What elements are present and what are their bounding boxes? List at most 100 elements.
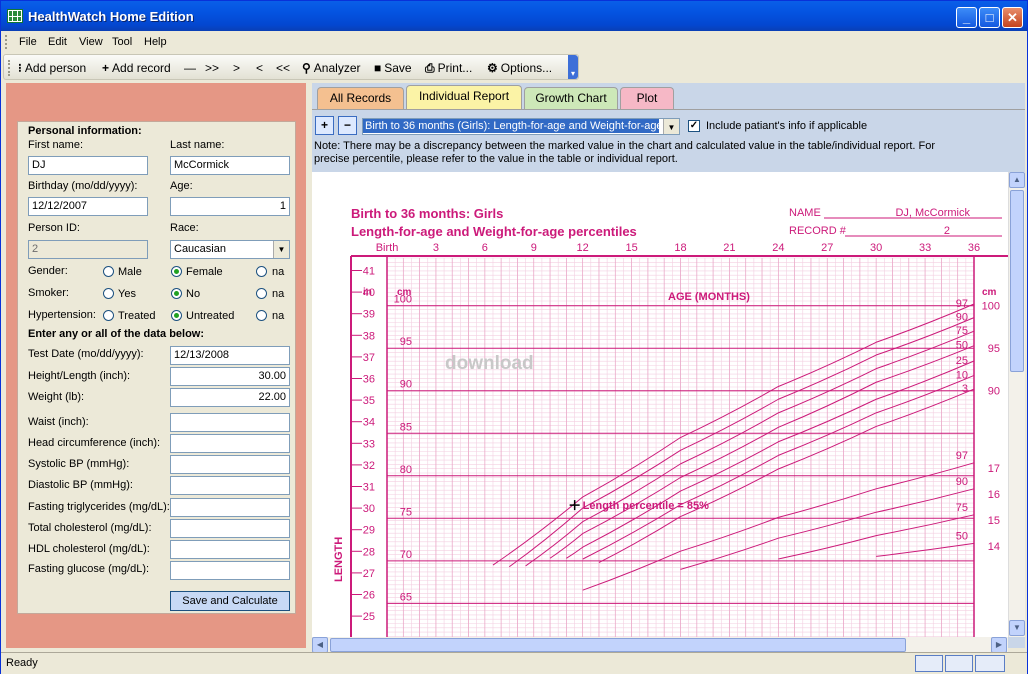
unit-in-label: in — [363, 287, 372, 298]
diastolic-bp-field[interactable] — [170, 476, 290, 495]
weight-label: Weight (lb): — [28, 391, 85, 403]
save-and-calculate-button[interactable]: Save and Calculate — [170, 591, 290, 611]
inch-tick-label: 28 — [363, 546, 375, 558]
head-circumference-field[interactable] — [170, 434, 290, 453]
gender-male-radio[interactable] — [103, 266, 114, 277]
zoom-in-icon[interactable]: + — [315, 116, 334, 135]
cm-tick-label-right: 100 — [982, 301, 1000, 313]
toolbar: ⁝ Add person + Add record — >> > < << ⚲ Ana… — [3, 54, 579, 80]
total-cholesterol-label: Total cholesterol (mg/dL): — [28, 522, 152, 534]
hdl-cholesterol-label: HDL cholesterol (mg/dL): — [28, 543, 150, 555]
vertical-scroll-thumb[interactable] — [1010, 190, 1024, 372]
add-record-button[interactable]: + Add record — [102, 61, 171, 75]
menu-view[interactable]: View — [79, 36, 103, 48]
test-date-field[interactable]: 12/13/2008 — [170, 346, 290, 365]
hdl-cholesterol-field[interactable] — [170, 540, 290, 559]
first-record-button[interactable]: << — [276, 61, 290, 75]
report-panel: All Records Individual Report Growth Cha… — [312, 83, 1025, 654]
chevron-down-icon[interactable]: ▼ — [273, 241, 289, 258]
gender-na-radio[interactable] — [256, 266, 267, 277]
app-window: HealthWatch Home Edition _ □ ✕ File Edit… — [0, 0, 1028, 674]
maximize-button[interactable]: □ — [979, 7, 1000, 28]
horizontal-scroll-thumb[interactable] — [330, 638, 906, 652]
smoker-no-radio[interactable] — [171, 288, 182, 299]
gender-female-radio[interactable] — [171, 266, 182, 277]
close-button[interactable]: ✕ — [1002, 7, 1023, 28]
hypertension-na-radio[interactable] — [256, 310, 267, 321]
minimize-button[interactable]: _ — [956, 7, 977, 28]
previous-record-button[interactable]: < — [256, 61, 263, 75]
x-tick-label: 3 — [433, 242, 439, 254]
tab-all-records[interactable]: All Records — [317, 87, 404, 109]
print-button[interactable]: ⎙ Print... — [425, 61, 472, 76]
scroll-up-icon[interactable]: ▲ — [1009, 172, 1025, 188]
menu-help[interactable]: Help — [144, 36, 167, 48]
scroll-right-icon[interactable]: ▶ — [991, 637, 1007, 653]
inch-tick-label: 34 — [363, 417, 375, 429]
vertical-scrollbar[interactable]: ▲ ▼ — [1008, 172, 1025, 637]
tab-individual-report[interactable]: Individual Report — [406, 85, 522, 110]
save-toolbar-button[interactable]: ■ Save — [374, 61, 412, 75]
hypertension-label: Hypertension: — [28, 309, 96, 321]
scroll-left-icon[interactable]: ◀ — [312, 637, 328, 653]
report-type-select[interactable]: Birth to 36 months (Girls): Length-for-a… — [362, 118, 680, 135]
hypertension-untreated-radio[interactable] — [171, 310, 182, 321]
x-tick-label: 15 — [625, 242, 637, 254]
menu-file[interactable]: File — [19, 36, 37, 48]
systolic-bp-field[interactable] — [170, 455, 290, 474]
x-tick-label: 24 — [772, 242, 784, 254]
add-person-button[interactable]: ⁝ Add person — [18, 61, 86, 75]
hypertension-treated-radio[interactable] — [103, 310, 114, 321]
tab-growth-chart[interactable]: Growth Chart — [524, 87, 618, 109]
race-select[interactable]: Caucasian ▼ — [170, 240, 290, 259]
cm-tick-label-right: 90 — [988, 386, 1000, 398]
unit-cm-right-label: cm — [982, 287, 997, 298]
last-record-button[interactable]: >> — [205, 61, 219, 75]
birthday-field[interactable]: 12/12/2007 — [28, 197, 148, 216]
options-button[interactable]: ⚙ Options... — [487, 61, 552, 75]
kg-tick-label: 15 — [988, 515, 1000, 527]
scroll-down-icon[interactable]: ▼ — [1009, 620, 1025, 636]
delete-record-button[interactable]: — — [184, 61, 196, 75]
menu-edit[interactable]: Edit — [48, 36, 67, 48]
fasting-glucose-field[interactable] — [170, 561, 290, 580]
plus-icon: + — [102, 61, 110, 75]
next-record-button[interactable]: > — [233, 61, 240, 75]
tab-plot[interactable]: Plot — [620, 87, 674, 109]
inch-tick-label: 26 — [363, 590, 375, 602]
last-name-field[interactable]: McCormick — [170, 156, 290, 175]
weight-percentile-label: 90 — [956, 476, 968, 488]
growth-chart-svg: Birth 3 6 9 12 15 18 21 24 27 30 33 3641403938373635… — [333, 206, 1008, 637]
triglycerides-field[interactable] — [170, 498, 290, 517]
inch-tick-label: 38 — [363, 330, 375, 342]
inch-tick-label: 32 — [363, 460, 375, 472]
gender-label: Gender: — [28, 265, 68, 277]
zoom-out-icon[interactable]: − — [338, 116, 357, 135]
smoker-yes-radio[interactable] — [103, 288, 114, 299]
smoker-na-radio[interactable] — [256, 288, 267, 299]
cm-tick-label: 90 — [400, 379, 412, 391]
marker-label: Length percentile = 85% — [583, 500, 709, 512]
x-tick-label: 6 — [482, 242, 488, 254]
waist-field[interactable] — [170, 413, 290, 432]
cm-tick-label: 70 — [400, 549, 412, 561]
age-months-label: AGE (MONTHS) — [668, 291, 750, 303]
analyzer-button[interactable]: ⚲ Analyzer — [302, 61, 360, 75]
length-percentile-label: 25 — [956, 355, 968, 367]
total-cholesterol-field[interactable] — [170, 519, 290, 538]
chevron-down-icon[interactable]: ▼ — [663, 119, 679, 134]
weight-field[interactable]: 22.00 — [170, 388, 290, 407]
last-name-label: Last name: — [170, 139, 225, 151]
cm-tick-label: 80 — [400, 464, 412, 476]
age-field[interactable]: 1 — [170, 197, 290, 216]
x-tick-label: 27 — [821, 242, 833, 254]
toolbar-overflow-chevron[interactable]: ▾ — [568, 55, 578, 79]
menu-tool[interactable]: Tool — [112, 36, 132, 48]
cm-tick-label: 95 — [400, 336, 412, 348]
include-info-checkbox[interactable]: ✓ — [688, 120, 700, 132]
x-tick-label: 9 — [531, 242, 537, 254]
title-bar[interactable]: HealthWatch Home Edition _ □ ✕ — [1, 1, 1027, 31]
first-name-field[interactable]: DJ — [28, 156, 148, 175]
cm-tick-label: 75 — [400, 506, 412, 518]
height-field[interactable]: 30.00 — [170, 367, 290, 386]
